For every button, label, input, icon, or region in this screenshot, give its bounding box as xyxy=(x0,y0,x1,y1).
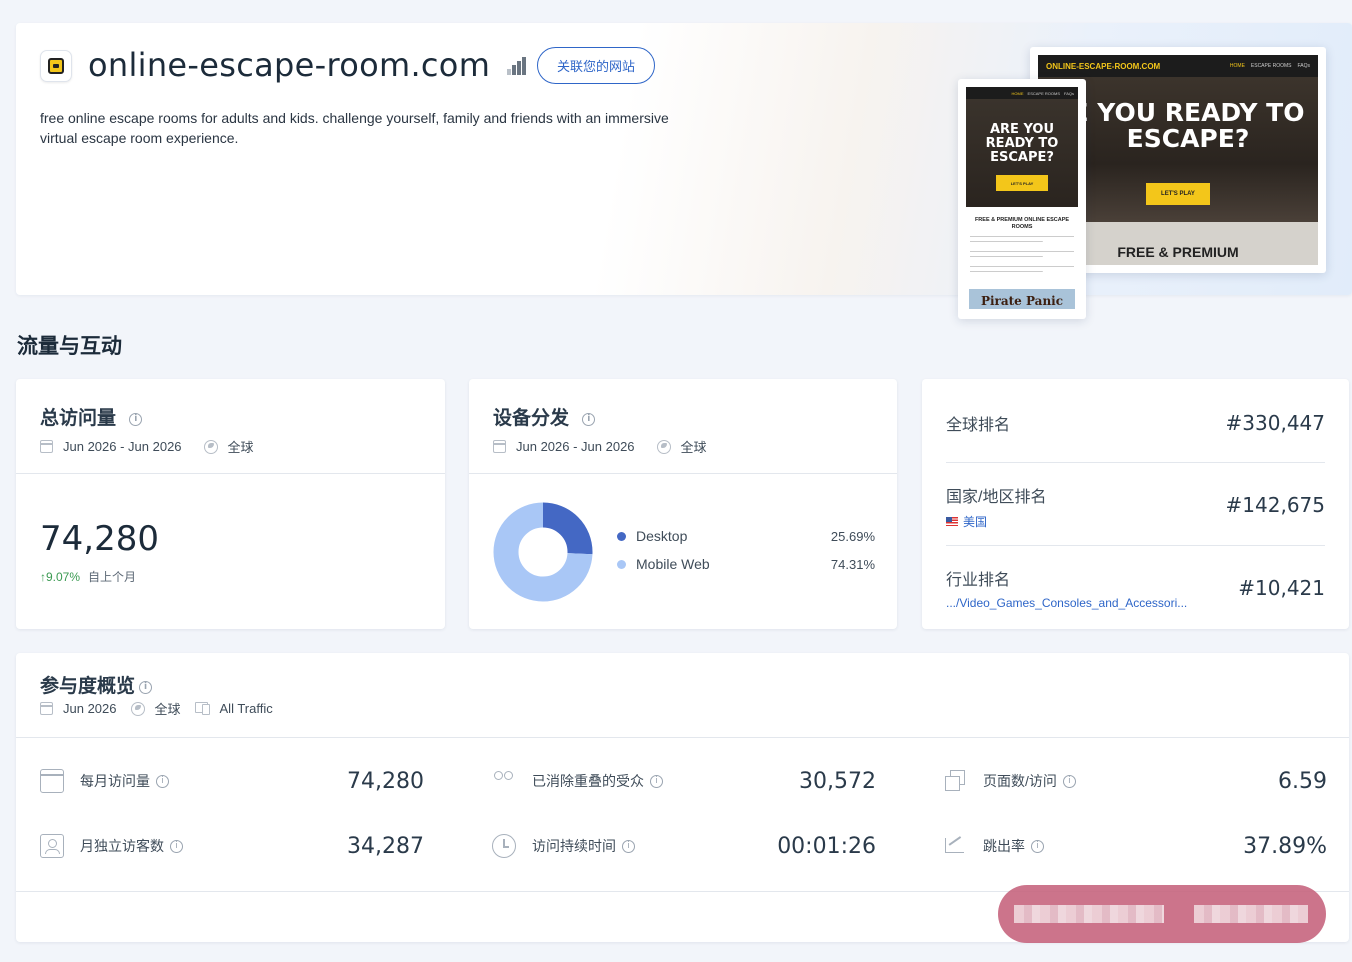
metric-label: 页面数/访问 xyxy=(983,773,1057,789)
industry-path-link[interactable]: .../Video_Games_Consoles_and_Accessori..… xyxy=(946,596,1187,610)
visitor-icon xyxy=(40,834,64,858)
industry-rank-row: 行业排名 #10,421 .../Video_Games_Consoles_an… xyxy=(946,566,1325,610)
section-title: 流量与互动 xyxy=(17,335,122,358)
info-icon[interactable]: i xyxy=(582,413,596,426)
info-icon[interactable]: i xyxy=(139,681,153,694)
mobile-play-button: LET'S PLAY xyxy=(996,175,1048,191)
metric-bounce-rate: 跳出率 i 37.89% xyxy=(943,831,1327,861)
metric-monthly-visits: 每月访问量 i 74,280 xyxy=(40,766,424,796)
mobile-screenshot-preview[interactable]: HOME ESCAPE ROOMS FAQs ARE YOU READY TO … xyxy=(958,79,1086,319)
info-icon[interactable]: i xyxy=(170,839,183,853)
calendar-icon xyxy=(40,769,64,793)
metric-pages-per-visit: 页面数/访问 i 6.59 xyxy=(943,766,1327,796)
device-distribution-card: 设备分发 i Jun 2026 - Jun 2026 全球 Desktop 25… xyxy=(469,379,897,629)
metric-value: 30,572 xyxy=(799,768,876,794)
total-visits-card: 总访问量 i Jun 2026 - Jun 2026 全球 74,280 ↑9.… xyxy=(16,379,445,629)
devices-icon xyxy=(194,702,210,715)
metric-value: 6.59 xyxy=(1278,768,1327,794)
preview-play-button: LET'S PLAY xyxy=(1146,183,1210,205)
site-favicon-icon xyxy=(40,50,72,82)
region-label[interactable]: 全球 xyxy=(681,437,707,456)
calendar-icon xyxy=(493,440,506,453)
device-donut-chart[interactable] xyxy=(493,502,593,602)
preview-brand: ONLINE-ESCAPE-ROOM.COM xyxy=(1046,61,1161,71)
device-distribution-title: 设备分发 xyxy=(493,408,570,429)
metric-dedup-audience: 已消除重叠的受众 i 30,572 xyxy=(492,766,876,796)
change-label: 自上个月 xyxy=(88,570,137,584)
ranks-card: 全球排名 #330,447 国家/地区排名 #142,675 美国 行业排名 #… xyxy=(922,379,1349,629)
change-indicator: ↑9.07% 自上个月 xyxy=(40,568,136,585)
legend-value-mobile: 74.31% xyxy=(830,556,875,572)
global-rank-value: #330,447 xyxy=(1225,411,1325,435)
metric-label: 已消除重叠的受众 xyxy=(532,773,644,789)
legend-label-mobile: Mobile Web xyxy=(636,556,710,572)
preview-nav-faqs: FAQs xyxy=(1297,63,1310,69)
metric-visit-duration: 访问持续时间 i 00:01:26 xyxy=(492,831,876,861)
industry-rank-label: 行业排名 xyxy=(946,572,1011,589)
people-icon xyxy=(492,769,516,793)
date-range[interactable]: Jun 2026 - Jun 2026 xyxy=(63,439,182,454)
globe-icon xyxy=(203,439,218,454)
calendar-icon xyxy=(40,702,53,715)
preview-nav-rooms: ESCAPE ROOMS xyxy=(1250,63,1292,69)
metric-label: 月独立访客数 xyxy=(80,838,164,854)
legend-dot-mobile xyxy=(617,559,626,569)
country-rank-row: 国家/地区排名 #142,675 美国 xyxy=(946,483,1325,530)
pages-icon xyxy=(943,769,967,793)
redacted-overlay xyxy=(998,885,1326,943)
mobile-nav-faqs: FAQs xyxy=(1063,90,1074,96)
connect-website-button[interactable]: 关联您的网站 xyxy=(537,47,655,84)
country-rank-label: 国家/地区排名 xyxy=(946,489,1047,506)
globe-icon xyxy=(656,439,671,454)
mobile-nav-home: HOME xyxy=(1011,90,1024,96)
mobile-nav-rooms: ESCAPE ROOMS xyxy=(1027,90,1060,96)
total-visits-value: 74,280 xyxy=(40,519,159,559)
total-visits-title: 总访问量 xyxy=(40,408,117,429)
industry-rank-value: #10,421 xyxy=(1238,576,1325,600)
metric-value: 00:01:26 xyxy=(777,833,876,859)
globe-icon xyxy=(130,701,145,716)
calendar-icon xyxy=(40,440,53,453)
info-icon[interactable]: i xyxy=(129,413,143,426)
legend-label-desktop: Desktop xyxy=(636,528,688,544)
country-name-link[interactable]: 美国 xyxy=(963,513,987,530)
legend-value-desktop: 25.69% xyxy=(830,528,875,544)
global-rank-row: 全球排名 #330,447 xyxy=(946,411,1325,435)
preview-nav-home: HOME xyxy=(1229,63,1245,69)
change-percent: 9.07% xyxy=(46,570,81,584)
metric-value: 74,280 xyxy=(347,768,424,794)
metric-label: 每月访问量 xyxy=(80,773,150,789)
region-label[interactable]: 全球 xyxy=(228,437,254,456)
engagement-traffic[interactable]: All Traffic xyxy=(220,701,273,716)
info-icon[interactable]: i xyxy=(622,839,635,853)
metric-label: 跳出率 xyxy=(983,838,1025,854)
info-icon[interactable]: i xyxy=(156,774,169,788)
global-rank-label: 全球排名 xyxy=(946,417,1011,434)
metric-unique-visitors: 月独立访客数 i 34,287 xyxy=(40,831,424,861)
metric-value: 37.89% xyxy=(1243,833,1327,859)
mobile-headline: ARE YOU READY TO ESCAPE? xyxy=(985,122,1059,165)
metric-label: 访问持续时间 xyxy=(532,838,616,854)
bounce-icon xyxy=(943,834,967,858)
info-icon[interactable]: i xyxy=(1062,774,1076,788)
engagement-region[interactable]: 全球 xyxy=(155,699,181,718)
site-domain-title: online-escape-room.com xyxy=(88,46,491,84)
country-rank-value: #142,675 xyxy=(1225,493,1325,517)
signal-strength-icon xyxy=(507,57,527,75)
clock-icon xyxy=(492,834,516,858)
us-flag-icon xyxy=(946,517,958,526)
mobile-banner: Pirate Panic xyxy=(969,289,1075,309)
mobile-body-text xyxy=(966,235,1078,276)
legend-dot-desktop xyxy=(617,531,626,541)
engagement-date[interactable]: Jun 2026 xyxy=(63,701,117,716)
metric-value: 34,287 xyxy=(347,833,424,859)
engagement-title: 参与度概览 xyxy=(40,676,136,697)
info-icon[interactable]: i xyxy=(650,774,663,788)
mobile-subheading: FREE & PREMIUM ONLINE ESCAPE ROOMS xyxy=(974,217,1070,230)
preview-headline: E YOU READY TO ESCAPE? xyxy=(1071,98,1305,153)
date-range[interactable]: Jun 2026 - Jun 2026 xyxy=(516,439,635,454)
info-icon[interactable]: i xyxy=(1031,839,1044,853)
site-description: free online escape rooms for adults and … xyxy=(40,110,669,146)
